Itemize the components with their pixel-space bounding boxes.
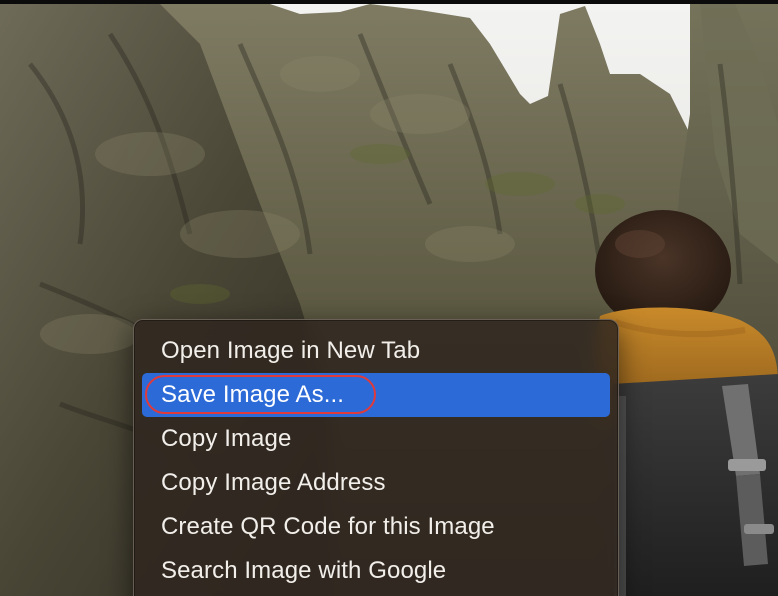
menu-item-label: Copy Image Address — [161, 469, 386, 496]
image-context-menu: Open Image in New Tab Save Image As... C… — [133, 319, 619, 596]
menu-item-label: Open Image in New Tab — [161, 337, 421, 364]
menu-item-label: Save Image As... — [161, 381, 345, 408]
menu-item-label: Copy Image — [161, 425, 292, 452]
desktop-scene: Open Image in New Tab Save Image As... C… — [0, 0, 778, 596]
menu-item-copy-image[interactable]: Copy Image — [142, 417, 610, 461]
menu-item-open-image-new-tab[interactable]: Open Image in New Tab — [142, 329, 610, 373]
menu-item-search-image-google[interactable]: Search Image with Google — [142, 549, 610, 593]
menu-item-create-qr-code[interactable]: Create QR Code for this Image — [142, 505, 610, 549]
menu-item-copy-image-address[interactable]: Copy Image Address — [142, 461, 610, 505]
menu-item-label: Create QR Code for this Image — [161, 513, 495, 540]
menu-item-save-image-as[interactable]: Save Image As... — [142, 373, 610, 417]
menu-item-label: Search Image with Google — [161, 557, 447, 584]
